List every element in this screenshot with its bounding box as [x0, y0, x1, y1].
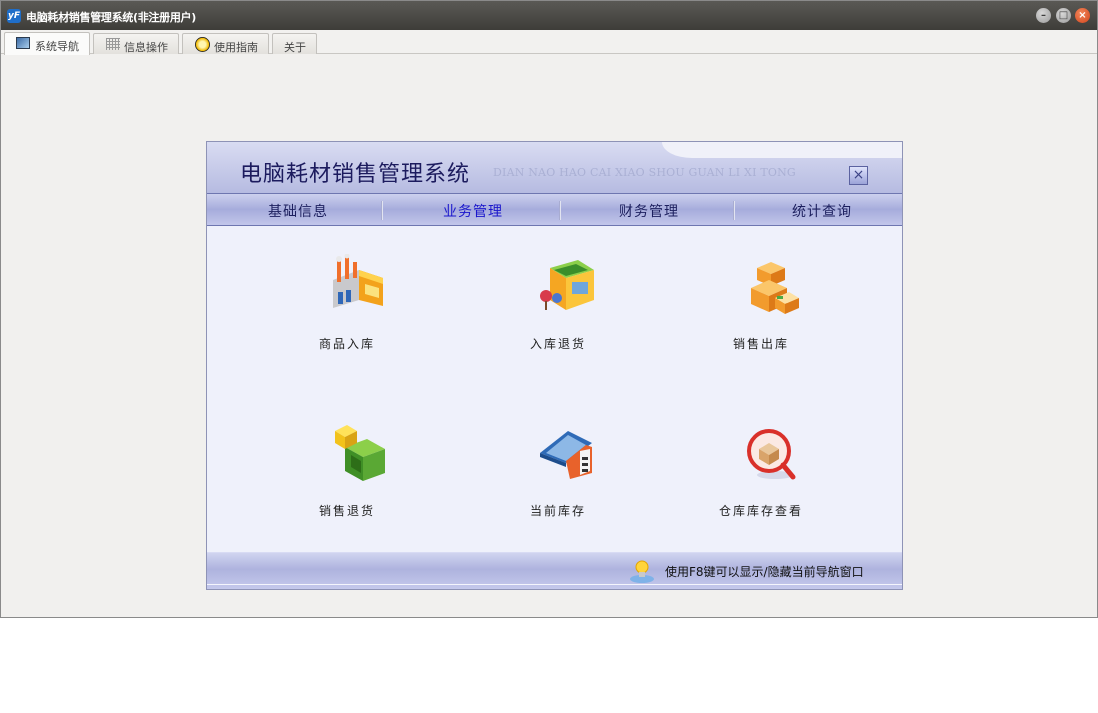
item-label: 销售出库 [732, 337, 789, 351]
item-label: 当前库存 [529, 504, 586, 518]
item-sales-outbound[interactable]: 销售出库 [691, 254, 831, 364]
close-button[interactable]: × [1075, 8, 1090, 23]
help-icon [195, 37, 210, 52]
magnifier-box-icon [747, 429, 796, 480]
item-current-inventory[interactable]: 当前库存 [488, 421, 628, 531]
window-title: 电脑耗材销售管理系统(非注册用户) [26, 11, 196, 24]
item-warehouse-inventory-view[interactable]: 仓库库存查看 [691, 421, 831, 531]
warehouse-icon [540, 431, 592, 479]
menu-statistics-query[interactable]: 统计查询 [792, 201, 852, 221]
boxes-icon [751, 262, 799, 314]
tab-info-operations[interactable]: 信息操作 [93, 33, 179, 54]
item-label: 销售退货 [318, 504, 375, 518]
item-sales-return[interactable]: 销售退货 [277, 421, 417, 531]
footer-hint: 使用F8键可以显示/隐藏当前导航窗口 [665, 565, 864, 579]
title-bar: yF 电脑耗材销售管理系统(非注册用户) – □ × [1, 1, 1097, 30]
tab-system-navigation[interactable]: 系统导航 [4, 32, 90, 55]
function-grid: 商品入库 入库退货 销售出库 销售退货 当前库存 仓库库存查看 [207, 226, 902, 552]
tab-label: 关于 [284, 41, 306, 54]
item-label: 仓库库存查看 [718, 504, 803, 518]
panel-close-button[interactable]: × [849, 166, 868, 185]
header-decoration [662, 142, 902, 158]
item-goods-inbound[interactable]: 商品入库 [277, 254, 417, 364]
menu-business-management[interactable]: 业务管理 [443, 201, 503, 221]
menu-basic-info[interactable]: 基础信息 [268, 201, 328, 221]
footer-divider [207, 584, 902, 585]
panel-header: 电脑耗材销售管理系统 DIAN NAO HAO CAI XIAO SHOU GU… [207, 142, 902, 193]
item-label: 入库退货 [529, 337, 586, 351]
factory-icon [333, 254, 383, 308]
tab-about[interactable]: 关于 [272, 33, 317, 54]
tab-label: 信息操作 [124, 41, 168, 54]
item-inbound-return[interactable]: 入库退货 [488, 254, 628, 364]
grid-icon [106, 38, 120, 50]
minimize-button[interactable]: – [1036, 8, 1051, 23]
box-return-icon [335, 425, 385, 481]
menu-separator [733, 201, 735, 220]
tab-bar: 系统导航 信息操作 使用指南 关于 [1, 30, 1097, 55]
panel-subtitle: DIAN NAO HAO CAI XIAO SHOU GUAN LI XI TO… [493, 166, 796, 179]
tab-user-guide[interactable]: 使用指南 [182, 33, 269, 54]
app-icon: yF [7, 9, 21, 23]
item-label: 商品入库 [318, 337, 375, 351]
tab-label: 使用指南 [214, 41, 258, 54]
monitor-icon [16, 37, 30, 49]
menu-finance-management[interactable]: 财务管理 [619, 201, 679, 221]
menu-separator [559, 201, 561, 220]
panel-footer: 使用F8键可以显示/隐藏当前导航窗口 [207, 552, 902, 589]
shop-icon [540, 260, 594, 310]
panel-menu-bar: 基础信息 业务管理 财务管理 统计查询 [207, 193, 902, 226]
panel-title: 电脑耗材销售管理系统 [240, 162, 471, 187]
main-window: yF 电脑耗材销售管理系统(非注册用户) – □ × 系统导航 信息操作 使用指… [0, 0, 1098, 618]
navigation-panel: 电脑耗材销售管理系统 DIAN NAO HAO CAI XIAO SHOU GU… [206, 141, 903, 590]
tab-label: 系统导航 [35, 40, 79, 53]
maximize-button[interactable]: □ [1056, 8, 1071, 23]
lightbulb-icon [630, 560, 654, 583]
menu-separator [381, 201, 383, 220]
